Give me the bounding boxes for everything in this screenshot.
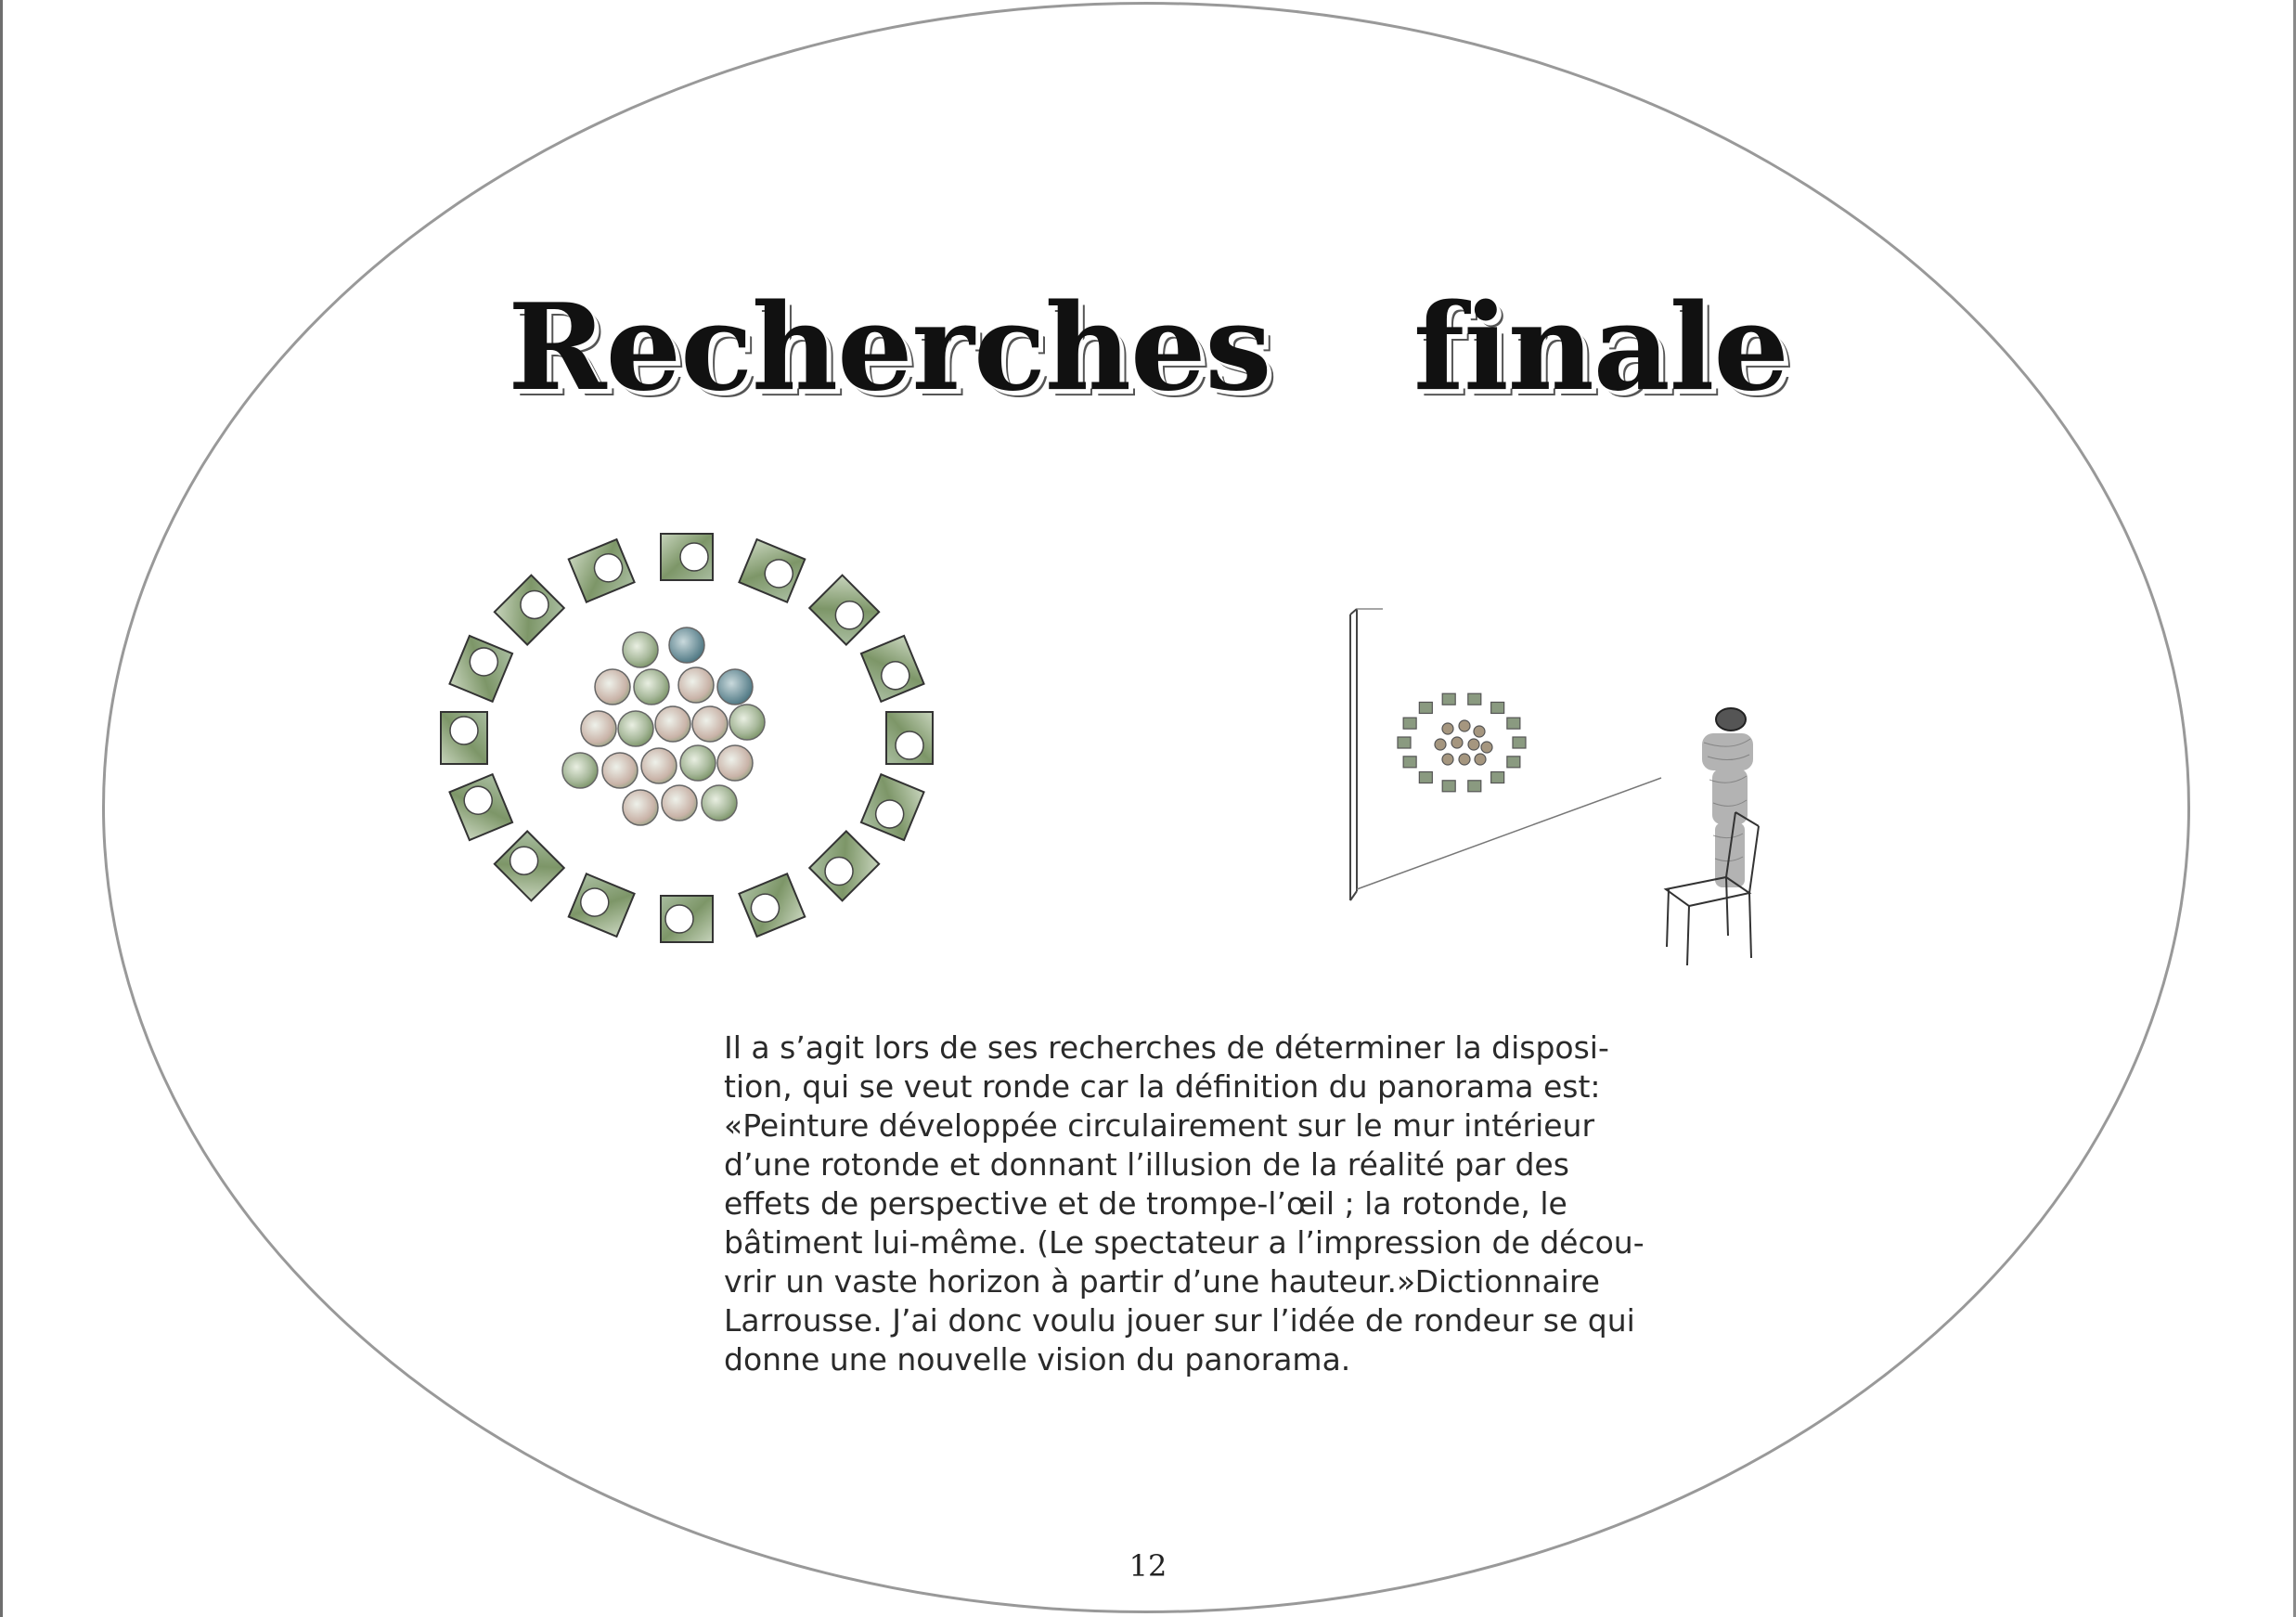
panel-sketch [448,772,514,842]
mini-panel [1441,692,1456,705]
page-number: 12 [1129,1548,1167,1584]
mini-panel [1402,717,1417,730]
mini-circle [1451,736,1464,749]
circle-sketch [716,668,754,705]
page-edge-left [0,0,3,1617]
body-line: «Peinture développée circulairement sur … [724,1107,1595,1144]
panel-sketch [885,711,934,765]
body-line: donne une nouvelle vision du panorama. [724,1341,1351,1378]
circle-sketch [701,784,738,821]
body-line: effets de perspective et de trompe-l’œil… [724,1185,1567,1222]
circle-sketch [561,752,599,789]
mini-circle [1474,753,1487,766]
viewer-on-chair-sketch [1349,608,1760,966]
mini-circle [1441,722,1454,735]
title-word-1: Recherches [508,278,1271,418]
panel-sketch [807,574,881,647]
mini-panel [1506,717,1521,730]
circle-sketch [668,627,705,664]
body-line: Il a s’agit lors de ses recherches de dé… [724,1029,1609,1066]
mini-panel [1490,701,1505,715]
page-title: Recherches finale [0,278,2296,418]
mini-circle [1458,753,1471,766]
circle-sketch [580,710,617,747]
body-line: Larrousse. J’ai donc voulu jouer sur l’i… [724,1302,1635,1339]
circle-sketch [622,631,659,668]
panel-sketch [493,829,566,902]
panel-sketch [738,873,806,938]
panel-sketch [807,829,881,902]
body-line: d’une rotonde et donnant l’illusion de l… [724,1146,1569,1183]
mini-panel [1418,770,1433,784]
mini-circle [1473,725,1486,738]
mini-panel [1441,780,1456,793]
body-paragraph: Il a s’agit lors de ses recherches de dé… [724,1028,1645,1379]
mini-circle [1467,738,1480,751]
panel-sketch [448,634,514,704]
title-word-2: finale [1413,278,1789,418]
panel-sketch [660,533,714,581]
panel-sketch [859,634,925,704]
body-line: bâtiment lui-même. (Le spectateur a l’im… [724,1224,1645,1261]
circle-sketch [691,705,729,743]
mini-panel [1418,701,1433,715]
panel-sketch [440,711,488,765]
mini-panel [1506,756,1521,769]
panel-sketch [567,873,636,938]
circle-sketch [716,744,754,782]
mini-circle [1441,753,1454,766]
circle-sketch [661,784,698,821]
panorama-layout-sketch [440,533,934,943]
circle-sketch [622,789,659,826]
circle-sketch [617,710,654,747]
circle-sketch [594,668,631,705]
panel-sketch [738,537,806,603]
mini-panel [1512,736,1527,749]
mini-panel [1467,692,1482,705]
circle-sketch [640,747,677,784]
mini-panel [1402,756,1417,769]
body-line: vrir un vaste horizon à partir d’une hau… [724,1263,1600,1300]
panel-sketch [493,574,566,647]
circle-sketch [729,704,766,741]
panel-sketch [567,537,636,603]
mini-circle [1458,719,1471,732]
circle-sketch [633,668,670,705]
panel-sketch [859,772,925,842]
mini-panel [1397,736,1412,749]
mini-panel [1490,770,1505,784]
panel-sketch [660,895,714,943]
body-line: tion, qui se veut ronde car la définitio… [724,1068,1601,1105]
mini-circle [1434,738,1447,751]
circle-sketch [601,752,638,789]
mini-circle [1480,741,1493,754]
circle-sketch [654,705,691,743]
mini-panel [1467,780,1482,793]
circle-sketch [677,666,715,704]
circle-sketch [679,744,716,782]
